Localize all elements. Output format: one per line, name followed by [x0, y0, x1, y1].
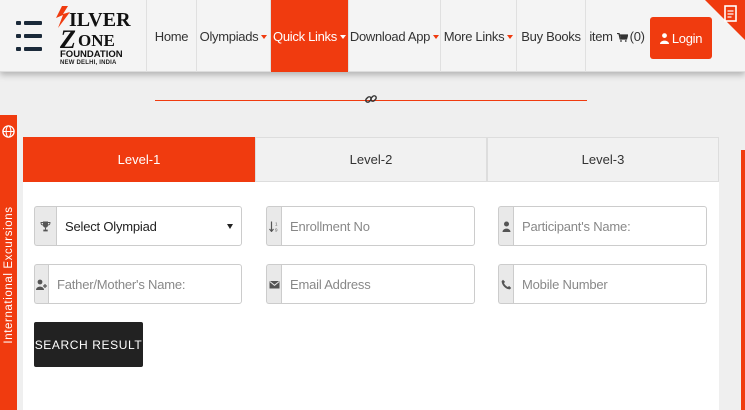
svg-text:9: 9 — [275, 227, 278, 232]
participant-name-input[interactable] — [513, 206, 707, 246]
nav-home[interactable]: Home — [146, 0, 196, 72]
phone-icon — [501, 279, 511, 289]
logo-graphic: ILVER Z ONE FOUNDATION — [56, 6, 131, 60]
svg-text:FOUNDATION: FOUNDATION — [60, 49, 123, 60]
nav-olympiads[interactable]: Olympiads — [196, 0, 270, 72]
mobile-input[interactable] — [513, 264, 707, 304]
enrollment-input[interactable] — [281, 206, 475, 246]
level-tabs: Level-1 Level-2 Level-3 — [23, 137, 719, 182]
parent-field — [34, 264, 242, 304]
result-search-card: Level-1 Level-2 Level-3 Select Olympiad … — [23, 137, 719, 410]
olympiad-field: Select Olympiad — [34, 206, 242, 246]
link-icon — [365, 95, 377, 103]
chevron-down-icon — [339, 35, 346, 39]
olympiad-select[interactable]: Select Olympiad — [56, 206, 242, 246]
corner-ribbon[interactable] — [705, 0, 745, 72]
main-menu: Home Olympiads Quick Links Download App … — [146, 0, 648, 72]
user-icon — [659, 32, 669, 44]
phone-addon — [498, 264, 513, 304]
email-field — [266, 264, 475, 304]
trophy-addon — [34, 206, 56, 246]
chevron-down-icon — [507, 35, 514, 39]
hamburger-icon[interactable] — [16, 21, 42, 51]
login-button[interactable]: Login — [650, 17, 712, 59]
chevron-down-icon — [227, 223, 233, 229]
sort-addon: 1 9 — [266, 206, 281, 246]
user-plus-addon — [34, 264, 48, 304]
user-plus-icon — [36, 279, 47, 290]
tab-level-2[interactable]: Level-2 — [255, 137, 487, 182]
enrollment-field: 1 9 — [266, 206, 475, 246]
nav-cart[interactable]: item (0) — [585, 0, 648, 72]
chevron-down-icon — [433, 35, 440, 39]
mobile-field — [498, 264, 707, 304]
participant-field — [498, 206, 707, 246]
right-accent-bar — [741, 150, 745, 410]
parent-name-input[interactable] — [48, 264, 242, 304]
nav-quick-links[interactable]: Quick Links — [270, 0, 348, 72]
person-icon — [502, 221, 510, 232]
trophy-icon — [40, 221, 51, 231]
nav-buy-books[interactable]: Buy Books — [516, 0, 585, 72]
svg-text:1: 1 — [275, 221, 278, 226]
international-excursions-tab[interactable]: International Excursions — [0, 115, 17, 410]
envelope-addon — [266, 264, 281, 304]
tab-level-1[interactable]: Level-1 — [23, 137, 255, 182]
tab-level-3[interactable]: Level-3 — [487, 137, 719, 182]
search-result-button[interactable]: SEARCH RESULT — [34, 322, 143, 367]
envelope-icon — [268, 280, 280, 288]
side-tab-label: International Excursions — [2, 206, 15, 344]
sort-numeric-icon: 1 9 — [268, 221, 278, 232]
navbar: ILVER Z ONE FOUNDATION NEW DELHI, INDIA … — [0, 0, 745, 72]
person-addon — [498, 206, 513, 246]
svg-text:ONE: ONE — [78, 31, 115, 50]
svg-text:ILVER: ILVER — [69, 9, 131, 31]
cart-icon — [616, 32, 628, 42]
notepad-icon — [705, 0, 745, 40]
nav-download-app[interactable]: Download App — [348, 0, 440, 72]
brand-logo[interactable]: ILVER Z ONE FOUNDATION NEW DELHI, INDIA — [52, 4, 144, 68]
nav-more-links[interactable]: More Links — [440, 0, 516, 72]
chevron-down-icon — [261, 35, 268, 39]
email-input[interactable] — [281, 264, 475, 304]
logo-subtitle: NEW DELHI, INDIA — [60, 60, 117, 66]
globe-icon — [2, 125, 15, 138]
